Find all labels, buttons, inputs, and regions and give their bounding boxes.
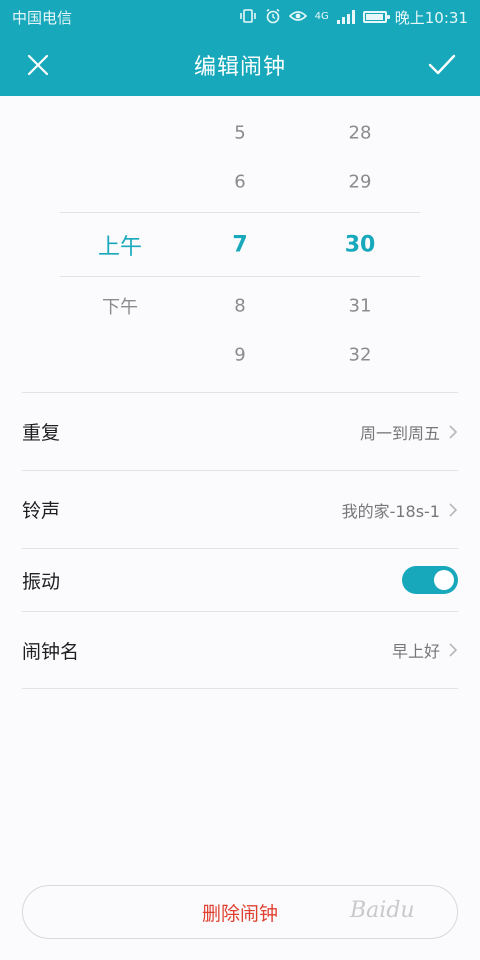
minute-option[interactable]: 29 — [300, 172, 420, 193]
page-title: 编辑闹钟 — [193, 55, 286, 80]
network-label: 4G — [314, 11, 329, 22]
confirm-button[interactable] — [404, 34, 480, 96]
alarm-icon — [265, 8, 281, 27]
status-time: 晚上10:31 — [394, 8, 468, 27]
toggle-knob — [434, 570, 454, 590]
chevron-right-icon — [449, 502, 458, 517]
hour-option-selected[interactable]: 7 — [180, 233, 300, 258]
selection-line-bottom — [60, 276, 420, 277]
hour-option[interactable]: 6 — [180, 172, 300, 193]
minute-option-selected[interactable]: 30 — [300, 233, 420, 258]
repeat-row[interactable]: 重复 周一到周五 — [22, 392, 458, 470]
minute-option[interactable]: 28 — [300, 123, 420, 144]
carrier-label: 中国电信 — [12, 8, 73, 27]
vibrate-toggle[interactable] — [402, 566, 458, 594]
status-bar: 中国电信 4G 晚上10:31 — [0, 0, 480, 34]
alarm-name-value: 早上好 — [391, 642, 440, 661]
alarm-name-label: 闹钟名 — [22, 640, 80, 663]
ringtone-row[interactable]: 铃声 我的家-18s-1 — [22, 470, 458, 548]
delete-alarm-button[interactable]: 删除闹钟 — [22, 885, 458, 939]
signal-icon — [336, 10, 355, 24]
check-icon — [428, 54, 456, 75]
ampm-option-pm[interactable]: 下午 — [60, 293, 180, 319]
settings-list: 重复 周一到周五 铃声 我的家-18s-1 振动 闹钟名 早上好 — [22, 392, 458, 689]
chevron-right-icon — [449, 643, 458, 657]
hour-option[interactable]: 5 — [180, 123, 300, 144]
title-bar: 编辑闹钟 — [0, 34, 480, 96]
ringtone-value: 我的家-18s-1 — [341, 501, 440, 521]
battery-icon — [362, 11, 390, 23]
vibrate-row: 振动 — [22, 548, 458, 611]
ringtone-label: 铃声 — [22, 500, 61, 522]
minute-option[interactable]: 31 — [300, 296, 420, 317]
hour-option[interactable]: 9 — [180, 345, 300, 366]
repeat-value: 周一到周五 — [359, 423, 440, 443]
close-button[interactable] — [0, 34, 76, 96]
time-picker[interactable]: 上午 下午 5 6 7 8 9 28 29 30 31 32 — [0, 96, 480, 392]
hour-option[interactable]: 8 — [180, 296, 300, 317]
ampm-option-am[interactable]: 上午 — [60, 229, 180, 261]
vibrate-icon — [239, 8, 257, 26]
status-icons: 4G 晚上10:31 — [239, 7, 468, 28]
repeat-label: 重复 — [22, 422, 61, 444]
selection-line-top — [60, 212, 420, 213]
chevron-right-icon — [449, 424, 458, 439]
minute-option[interactable]: 32 — [300, 345, 420, 366]
close-icon — [27, 54, 49, 76]
vibrate-label: 振动 — [22, 570, 61, 593]
eye-icon — [288, 10, 307, 25]
alarm-name-row[interactable]: 闹钟名 早上好 — [22, 611, 458, 689]
